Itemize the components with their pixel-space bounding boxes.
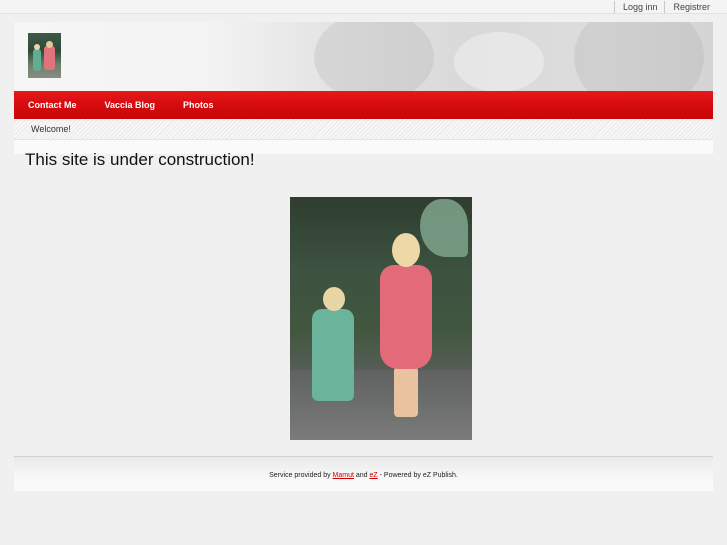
children-photo — [290, 197, 472, 440]
page-title: This site is under construction! — [25, 150, 255, 169]
site-logo[interactable] — [28, 33, 61, 78]
login-link[interactable]: Logg inn — [615, 1, 665, 13]
main-nav: Contact Me Vaccia Blog Photos — [14, 91, 713, 119]
register-link[interactable]: Registrer — [665, 1, 717, 13]
breadcrumb: Welcome! — [14, 119, 713, 140]
girl-legs — [394, 367, 418, 417]
photo-boy — [304, 287, 360, 407]
logo-figure — [44, 46, 55, 70]
girl-dress — [380, 265, 432, 369]
girl-head — [392, 233, 420, 267]
footer-prefix: Service provided by — [269, 472, 333, 479]
user-links: Logg inn Registrer — [613, 0, 717, 13]
footer-suffix: - Powered by eZ Publish. — [377, 472, 458, 479]
boy-body — [312, 309, 354, 401]
logo-figure — [46, 41, 53, 48]
footer: Service provided by Mamut and eZ - Power… — [14, 457, 713, 491]
breadcrumb-text: Welcome! — [31, 124, 71, 134]
banner-decoration — [574, 22, 704, 91]
top-utility-bar: Logg inn Registrer — [0, 0, 727, 14]
nav-item-vaccia-blog[interactable]: Vaccia Blog — [105, 100, 156, 110]
mamut-link[interactable]: Mamut — [333, 472, 354, 479]
logo-figure — [33, 49, 41, 71]
footer-text: Service provided by Mamut and eZ - Power… — [14, 457, 713, 479]
banner-decoration — [314, 22, 434, 91]
nav-item-contact-me[interactable]: Contact Me — [28, 100, 77, 110]
nav-item-photos[interactable]: Photos — [183, 100, 214, 110]
footer-middle: and — [353, 472, 370, 479]
photo-girl — [374, 233, 438, 433]
logo-figure — [34, 44, 40, 50]
ez-link[interactable]: eZ — [370, 472, 378, 479]
boy-head — [323, 287, 345, 311]
header-banner — [14, 22, 713, 91]
banner-decoration — [454, 32, 544, 91]
